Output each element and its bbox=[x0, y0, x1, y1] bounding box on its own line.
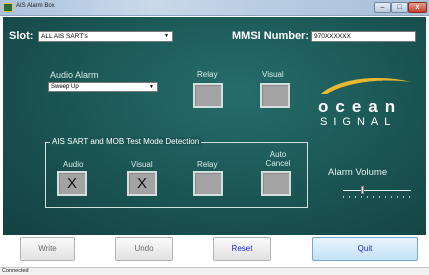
reset-button[interactable]: Reset bbox=[213, 237, 271, 261]
volume-slider-ticks bbox=[343, 196, 411, 198]
audio-alarm-label: Audio Alarm bbox=[50, 70, 99, 80]
relay-toggle[interactable] bbox=[193, 83, 223, 108]
relay-label: Relay bbox=[197, 70, 218, 79]
auto-cancel-toggle[interactable] bbox=[261, 171, 291, 196]
visual-toggle[interactable] bbox=[260, 83, 290, 108]
test-mode-title: AIS SART and MOB Test Mode Detection bbox=[50, 137, 202, 146]
status-bar bbox=[0, 267, 429, 275]
test-relay-toggle[interactable] bbox=[193, 171, 223, 196]
slot-select[interactable]: ALL AIS SART's ▼ bbox=[38, 31, 173, 42]
test-audio-toggle[interactable]: X bbox=[57, 171, 87, 196]
mmsi-label: MMSI Number: bbox=[232, 30, 309, 42]
alarm-volume-label: Alarm Volume bbox=[328, 167, 388, 178]
mmsi-input[interactable]: 970XXXXXX bbox=[311, 31, 416, 42]
visual-label: Visual bbox=[262, 70, 284, 79]
auto-cancel-label-line2: Cancel bbox=[265, 159, 291, 168]
status-text: Connected bbox=[2, 268, 29, 274]
undo-button[interactable]: Undo bbox=[115, 237, 173, 261]
chevron-down-icon: ▼ bbox=[164, 33, 169, 39]
test-visual-label: Visual bbox=[131, 160, 153, 169]
auto-cancel-label-line1: Auto bbox=[269, 150, 287, 159]
maximize-button[interactable]: □ bbox=[391, 2, 408, 13]
ocean-signal-logo-wave bbox=[321, 78, 411, 94]
quit-button[interactable]: Quit bbox=[312, 237, 418, 261]
slot-label: Slot: bbox=[9, 30, 34, 42]
title-bar: AIS Alarm Box – □ x bbox=[0, 0, 429, 16]
close-button[interactable]: x bbox=[408, 2, 427, 13]
checked-x-icon: X bbox=[136, 175, 147, 192]
test-relay-label: Relay bbox=[197, 160, 218, 169]
logo-ocean-text: ocean bbox=[318, 97, 403, 116]
volume-slider-thumb[interactable] bbox=[361, 186, 364, 194]
test-audio-label: Audio bbox=[63, 160, 84, 169]
checked-x-icon: X bbox=[66, 175, 77, 192]
logo-signal-text: SIGNAL bbox=[320, 116, 397, 128]
chevron-down-icon: ▼ bbox=[149, 84, 154, 90]
audio-alarm-select[interactable]: Sweep Up ▼ bbox=[48, 82, 158, 92]
test-visual-toggle[interactable]: X bbox=[127, 171, 157, 196]
app-icon bbox=[3, 3, 13, 12]
slot-select-value: ALL AIS SART's bbox=[41, 33, 88, 40]
volume-slider-track[interactable] bbox=[343, 190, 411, 191]
audio-alarm-value: Sweep Up bbox=[51, 84, 79, 90]
window-title: AIS Alarm Box bbox=[16, 3, 55, 9]
minimize-button[interactable]: – bbox=[374, 2, 391, 13]
write-button[interactable]: Write bbox=[20, 237, 75, 261]
auto-cancel-label: Auto Cancel bbox=[264, 150, 292, 168]
